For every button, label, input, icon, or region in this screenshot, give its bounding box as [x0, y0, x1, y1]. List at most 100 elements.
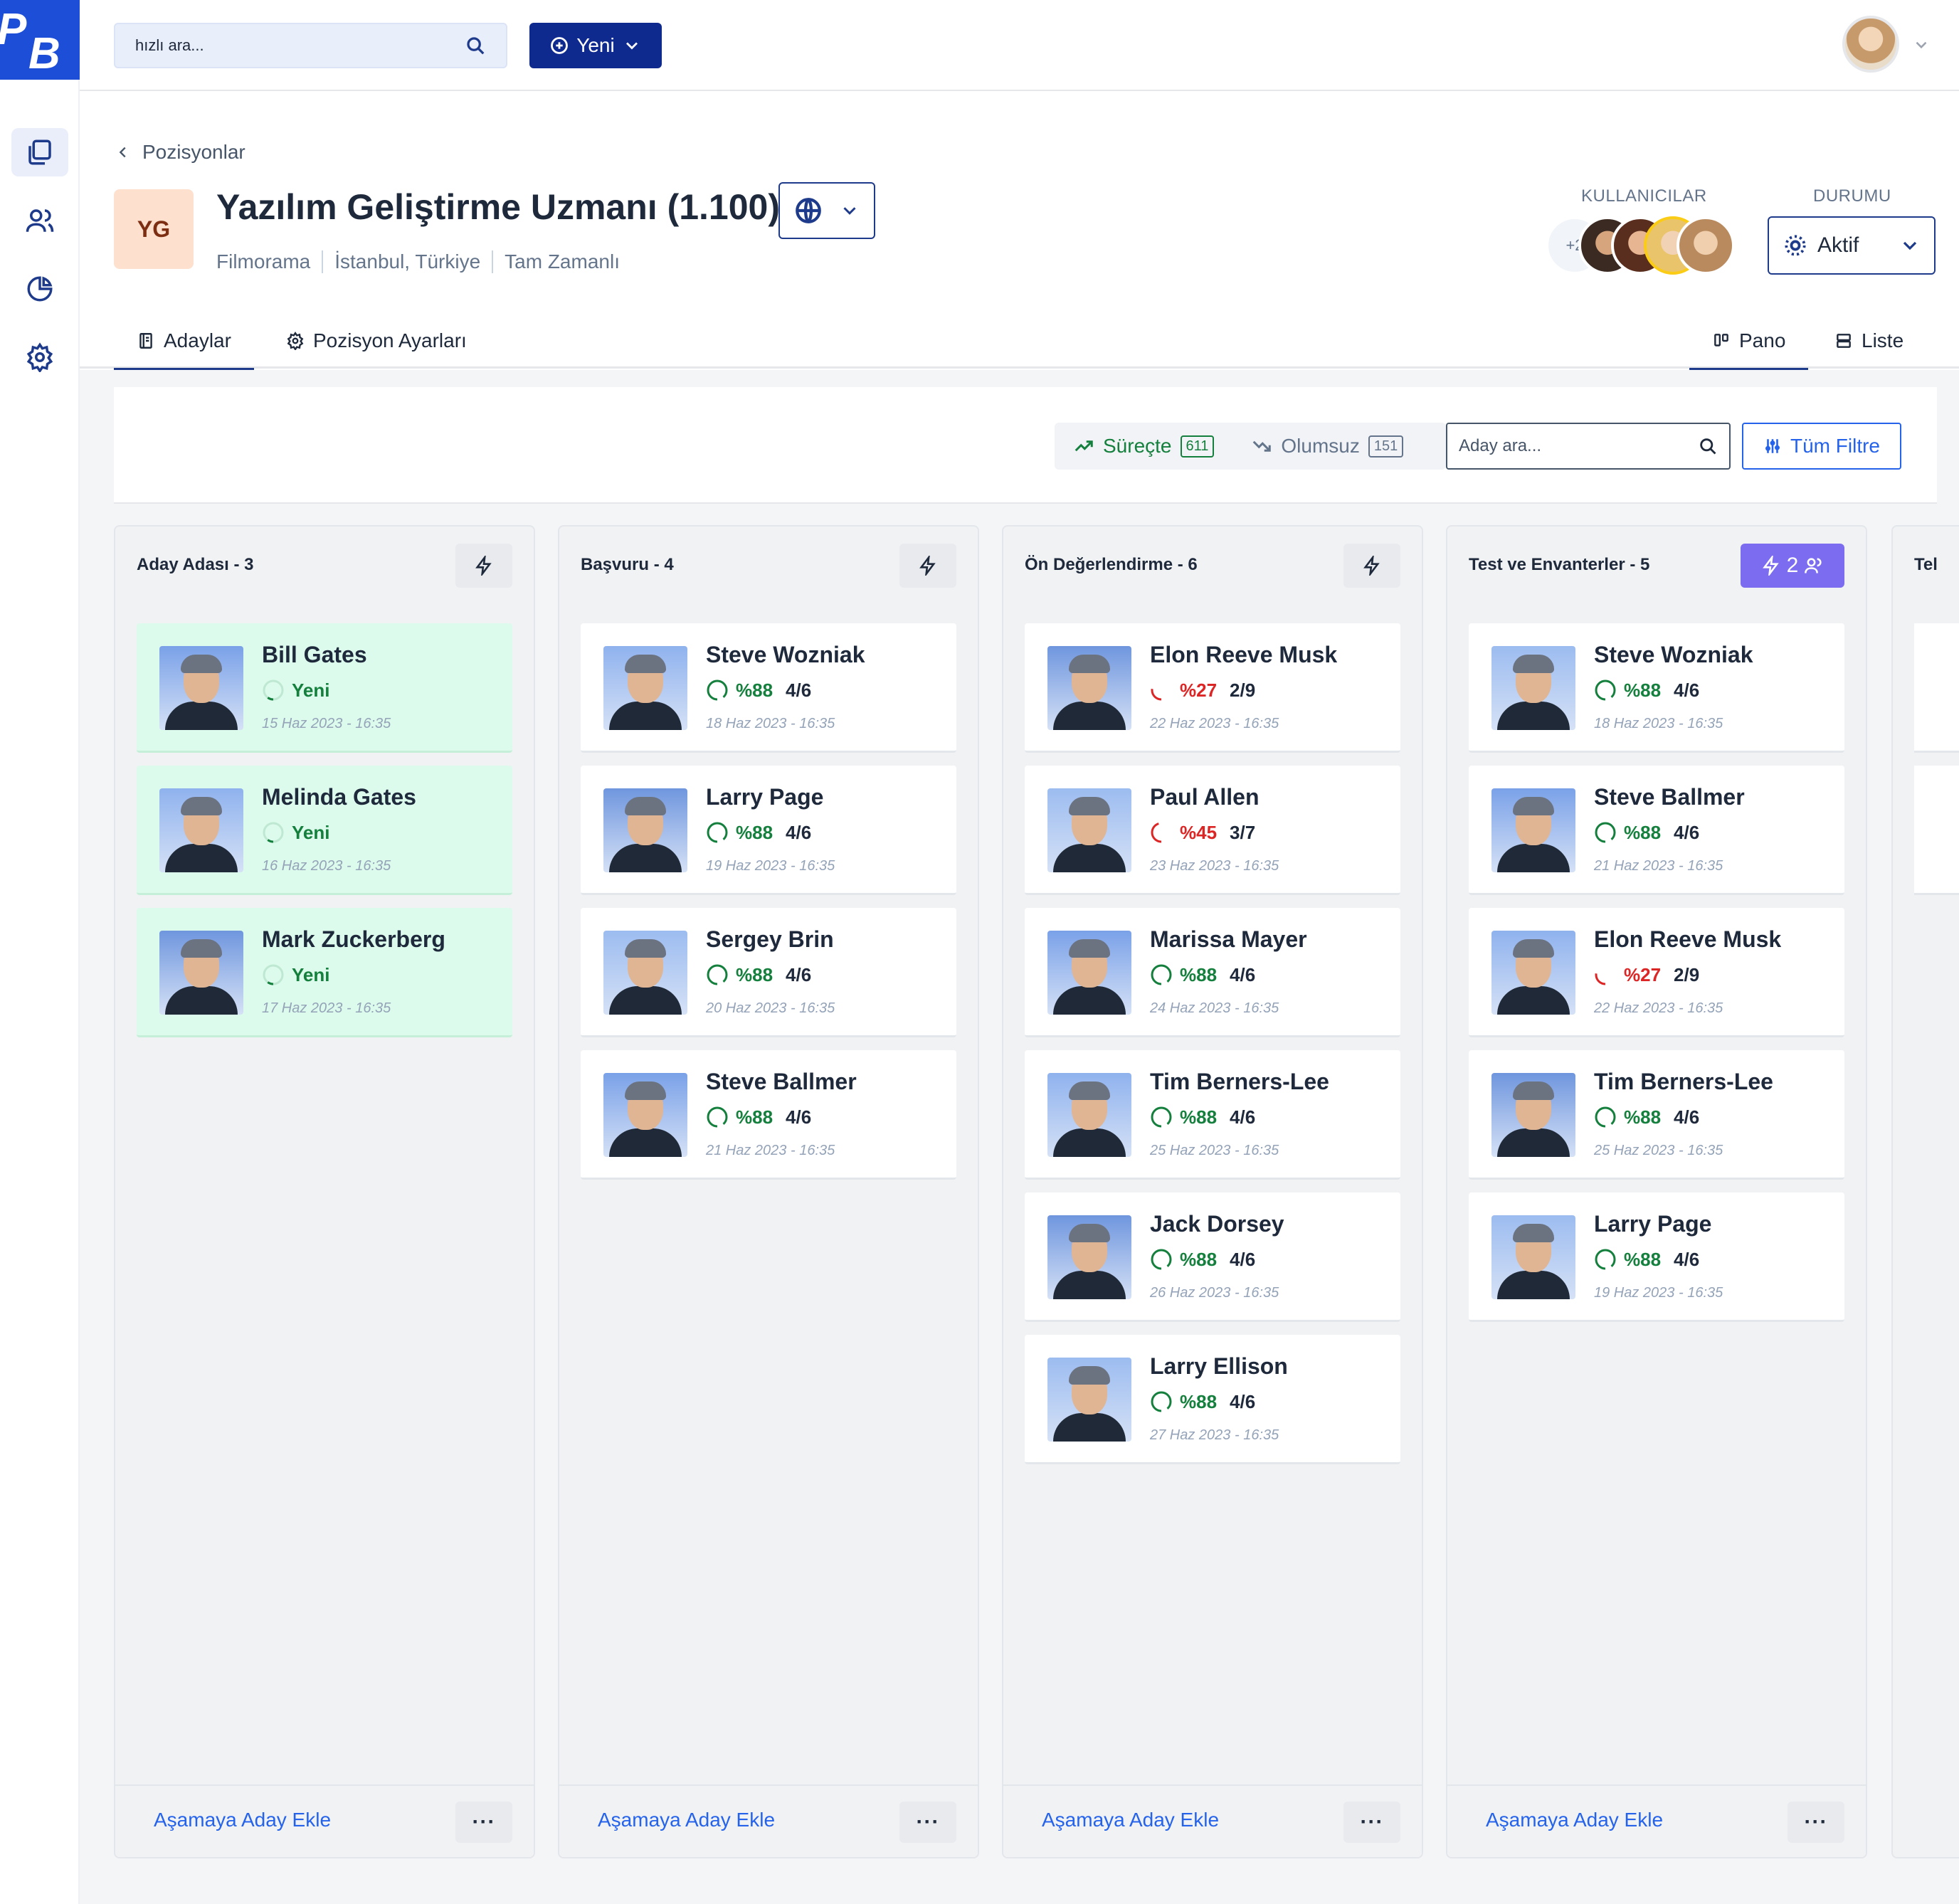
- candidate-card[interactable]: Jack Dorsey %88 4/6 26 Haz 2023 - 16:35: [1025, 1192, 1400, 1322]
- stage-footer: Aşamaya Aday Ekle ···: [559, 1784, 978, 1857]
- candidate-card[interactable]: Larry Page %88 4/6 19 Haz 2023 - 16:35: [1469, 1192, 1844, 1322]
- candidate-percent: %88: [1624, 679, 1662, 701]
- view-list[interactable]: Liste: [1834, 313, 1903, 369]
- candidate-card[interactable]: Tim Berners-Lee %88 4/6 25 Haz 2023 - 16:35: [1469, 1050, 1844, 1180]
- gear-icon: [26, 342, 53, 372]
- breadcrumb-back[interactable]: Pozisyonlar: [115, 141, 245, 164]
- quick-search[interactable]: [114, 23, 507, 68]
- sidebar-item-positions[interactable]: [11, 128, 68, 176]
- candidate-search[interactable]: [1446, 423, 1731, 470]
- sidebar-item-settings[interactable]: [11, 333, 68, 381]
- candidate-card[interactable]: Steve Wozniak %88 4/6 18 Haz 2023 - 16:35: [1469, 623, 1844, 753]
- candidate-date: 25 Haz 2023 - 16:35: [1594, 1143, 1723, 1158]
- tab-position-settings[interactable]: Pozisyon Ayarları: [286, 313, 467, 369]
- progress-ring-icon: [707, 964, 728, 985]
- add-candidate-to-stage-link[interactable]: Aşamaya Aday Ekle: [1486, 1809, 1663, 1831]
- book-icon: [139, 333, 152, 349]
- candidate-card[interactable]: Tim Berners-Lee %88 4/6 25 Haz 2023 - 16:35: [1025, 1050, 1400, 1180]
- candidate-card[interactable]: Paul Allen %45 3/7 23 Haz 2023 - 16:35: [1025, 766, 1400, 895]
- candidate-name: Steve Ballmer: [1594, 784, 1745, 810]
- add-candidate-to-stage-link[interactable]: Aşamaya Aday Ekle: [1042, 1809, 1219, 1831]
- candidate-date: 21 Haz 2023 - 16:35: [1594, 858, 1723, 874]
- candidate-score: %88 4/6: [1594, 1248, 1699, 1271]
- search-icon[interactable]: [1698, 436, 1718, 456]
- assigned-users[interactable]: +2: [1546, 216, 1745, 275]
- avatar[interactable]: [1676, 216, 1735, 275]
- all-filters-label: Tüm Filtre: [1790, 435, 1880, 457]
- candidate-step: 4/6: [1230, 1248, 1256, 1270]
- candidate-name: Steve Ballmer: [706, 1069, 857, 1094]
- candidate-date: 19 Haz 2023 - 16:35: [1594, 1285, 1723, 1301]
- all-filters-button[interactable]: Tüm Filtre: [1742, 423, 1901, 470]
- candidate-percent: %88: [736, 679, 773, 701]
- stage-title: Aday Adası - 3: [137, 555, 254, 574]
- stage-more-button[interactable]: ···: [899, 1802, 956, 1843]
- sidebar: P B: [0, 0, 80, 1904]
- candidate-name: Larry Page: [1594, 1211, 1712, 1237]
- quick-search-input[interactable]: [135, 36, 465, 55]
- candidate-name: Paul Allen: [1150, 784, 1260, 810]
- candidate-date: 20 Haz 2023 - 16:35: [706, 1000, 835, 1016]
- bolt-icon: [475, 556, 492, 576]
- candidate-card[interactable]: Mark Zuckerberg Yeni 17 Haz 2023 - 16:35: [137, 908, 512, 1037]
- candidate-card[interactable]: Melinda Gates Yeni 16 Haz 2023 - 16:35: [137, 766, 512, 895]
- top-bar: Yeni: [80, 0, 1959, 91]
- candidate-date: 18 Haz 2023 - 16:35: [1594, 716, 1723, 731]
- stage-more-button[interactable]: ···: [455, 1802, 512, 1843]
- user-menu-chevron-icon[interactable]: [1912, 36, 1931, 54]
- candidate-percent: %88: [1180, 1248, 1218, 1270]
- in-process-toggle[interactable]: Süreçte 611: [1055, 423, 1232, 470]
- candidate-card[interactable]: Elon Reeve Musk %27 2/9 22 Haz 2023 - 16:35: [1469, 908, 1844, 1037]
- new-button[interactable]: Yeni: [529, 23, 662, 68]
- sidebar-item-users[interactable]: [11, 196, 68, 245]
- stage-more-button[interactable]: ···: [1343, 1802, 1400, 1843]
- candidate-date: 26 Haz 2023 - 16:35: [1150, 1285, 1279, 1301]
- negative-toggle[interactable]: Olumsuz 151: [1232, 423, 1422, 470]
- candidate-card[interactable]: Steve Ballmer %88 4/6 21 Haz 2023 - 16:35: [1469, 766, 1844, 895]
- app-logo[interactable]: P B: [0, 0, 80, 80]
- progress-ring-icon: [263, 822, 284, 843]
- candidate-score: %88 4/6: [1594, 821, 1699, 844]
- candidate-score: %88 4/6: [1150, 1106, 1255, 1128]
- chevron-down-icon: [1903, 241, 1917, 250]
- candidate-search-input[interactable]: [1459, 436, 1698, 456]
- stage-column: Başvuru - 4 Steve Wozniak %88 4/6 18 Haz 202…: [558, 525, 979, 1858]
- candidate-step: 4/6: [1674, 1106, 1700, 1128]
- divider: [492, 250, 494, 273]
- candidate-card[interactable]: Sergey Brin %88 4/6 20 Haz 2023 - 16:35: [581, 908, 956, 1037]
- candidate-photo: [603, 931, 687, 1015]
- candidate-score: Yeni: [262, 821, 329, 844]
- users-label: KULLANICILAR: [1581, 186, 1707, 206]
- candidate-card[interactable]: Steve Ballmer %88 4/6 21 Haz 2023 - 16:35: [581, 1050, 956, 1180]
- search-icon[interactable]: [465, 35, 486, 56]
- candidate-card[interactable]: Larry Ellison %88 4/6 27 Haz 2023 - 16:35: [1025, 1335, 1400, 1464]
- view-board[interactable]: Pano: [1689, 313, 1809, 371]
- stage-bolt-button[interactable]: [455, 544, 512, 588]
- status-select[interactable]: Aktif: [1768, 216, 1936, 275]
- candidate-percent: %88: [1624, 1106, 1662, 1128]
- stage-bolt-button[interactable]: [1343, 544, 1400, 588]
- candidate-score: %27 2/9: [1150, 679, 1255, 702]
- gear-icon: [287, 332, 304, 350]
- add-candidate-to-stage-link[interactable]: Aşamaya Aday Ekle: [598, 1809, 775, 1831]
- stage-automation-button[interactable]: 2: [1741, 544, 1844, 588]
- add-candidate-to-stage-link[interactable]: Aşamaya Aday Ekle: [154, 1809, 331, 1831]
- stage-column: Test ve Envanterler - 5 2 Steve Wozniak %88…: [1446, 525, 1867, 1858]
- stage-bolt-button[interactable]: [899, 544, 956, 588]
- candidate-card[interactable]: Larry Page %88 4/6 19 Haz 2023 - 16:35: [581, 766, 956, 895]
- candidate-card[interactable]: Marissa Mayer %88 4/6 24 Haz 2023 - 16:35: [1025, 908, 1400, 1037]
- candidate-status: Yeni: [292, 963, 330, 985]
- tab-candidates[interactable]: Adaylar: [114, 313, 254, 371]
- candidate-card[interactable]: [1914, 766, 1959, 895]
- user-avatar[interactable]: [1842, 16, 1899, 73]
- candidate-name: Larry Page: [706, 784, 824, 810]
- candidate-card[interactable]: Elon Reeve Musk %27 2/9 22 Haz 2023 - 16:35: [1025, 623, 1400, 753]
- candidate-percent: %88: [1624, 1248, 1662, 1270]
- language-select[interactable]: [778, 182, 875, 239]
- sidebar-item-reports[interactable]: [11, 265, 68, 313]
- bolt-icon: [1762, 556, 1779, 576]
- candidate-card[interactable]: [1914, 623, 1959, 753]
- stage-more-button[interactable]: ···: [1788, 1802, 1844, 1843]
- candidate-card[interactable]: Steve Wozniak %88 4/6 18 Haz 2023 - 16:35: [581, 623, 956, 753]
- candidate-card[interactable]: Bill Gates Yeni 15 Haz 2023 - 16:35: [137, 623, 512, 753]
